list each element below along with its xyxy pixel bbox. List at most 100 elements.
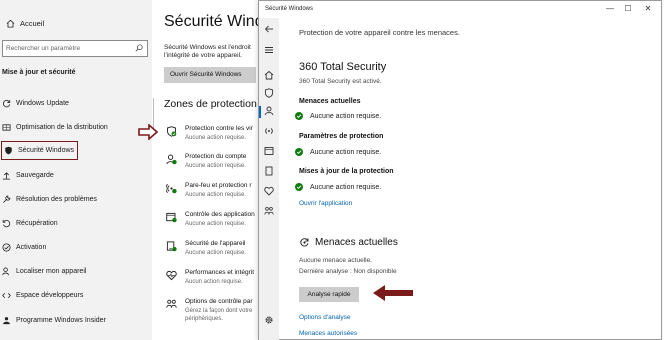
zone-title: Protection du compte [185, 153, 247, 160]
protection-zones-title: Zones de protection [164, 98, 257, 110]
close-button[interactable]: ✕ [641, 3, 655, 15]
sidebar-item-activation[interactable]: Activation [2, 241, 46, 253]
sidebar-item-developers[interactable]: Espace développeurs [2, 289, 83, 301]
allowed-threats-link[interactable]: Menaces autorisées [299, 330, 357, 337]
sidebar-item-label: Optimisation de la distribution [16, 123, 108, 131]
sidebar-item-windows-security[interactable]: Sécurité Windows [1, 141, 79, 160]
shield-icon[interactable] [264, 88, 274, 98]
security-nav-rail [259, 18, 279, 340]
sidebar-home-label: Accueil [20, 19, 45, 28]
section-status-text: Aucune action requise. [310, 183, 382, 191]
quick-scan-button[interactable]: Analyse rapide [299, 287, 359, 302]
section-title: Mises à jour de la protection [299, 168, 394, 175]
shield-icon [5, 146, 12, 155]
section-status: Aucune action requise. [295, 112, 381, 120]
zone-status: Aucune action requise. [185, 192, 247, 198]
firewall-icon[interactable] [264, 126, 274, 136]
sidebar-item-recovery[interactable]: Récupération [2, 217, 58, 229]
page-description: Sécurité Windows est l'endroit l'intégri… [164, 44, 251, 59]
heart-icon[interactable] [264, 186, 274, 196]
sidebar-item-troubleshoot[interactable]: Résolution des problèmes [2, 193, 97, 205]
refresh-shield-icon [300, 238, 309, 247]
provider-status: 360 Total Security est activé. [299, 78, 382, 85]
section-status: Aucune action requise. [295, 148, 381, 156]
search-input[interactable]: Rechercher un paramètre [2, 40, 148, 57]
device-icon [166, 241, 177, 252]
zone-title: Protection contre les vir [185, 125, 253, 132]
zone-title: Performances et intégrit [185, 269, 255, 276]
zone-family-options[interactable]: Options de contrôle par Gérez la façon d… [166, 298, 266, 328]
sidebar-item-backup[interactable]: Sauvegarde [2, 169, 54, 181]
sidebar-item-windows-update[interactable]: Windows Update [2, 97, 69, 109]
last-scan-text: Dernière analyse : Non disponible [299, 268, 397, 275]
section-title: Paramètres de protection [299, 133, 384, 140]
zone-status: Aucun action requise. [185, 279, 243, 285]
shield-virus-icon [167, 126, 177, 137]
sidebar-item-label: Espace développeurs [16, 291, 84, 299]
sidebar-section-title: Mise à jour et sécurité [2, 69, 76, 76]
menu-icon[interactable] [264, 45, 274, 55]
section-status-text: Aucune action requise. [310, 112, 382, 120]
zone-status: Gérez la façon dont votre périphériques. [185, 308, 253, 322]
gear-icon[interactable] [264, 315, 274, 325]
settings-sidebar: Accueil Rechercher un paramètre Mise à j… [0, 0, 152, 340]
zone-status: Aucune action requise. [185, 163, 247, 169]
open-windows-security-button[interactable]: Ouvrir Sécurité Windows [164, 67, 256, 83]
minimize-button[interactable]: — [603, 3, 617, 15]
zone-device-security[interactable]: Sécurité de l'appareil Aucune action req… [166, 240, 266, 260]
maximize-button[interactable]: ☐ [621, 3, 635, 15]
firewall-icon [166, 184, 177, 194]
sidebar-item-label: Sauvegarde [16, 171, 54, 179]
back-arrow-icon[interactable] [264, 24, 274, 34]
search-placeholder: Rechercher un paramètre [6, 45, 81, 52]
sidebar-item-label: Activation [16, 243, 47, 251]
window-titlebar[interactable]: Sécurité Windows — ☐ ✕ [259, 1, 661, 18]
sidebar-item-windows-insider[interactable]: Programme Windows Insider [2, 314, 106, 326]
zone-title: Pare-feu et protection r [185, 182, 252, 189]
sidebar-home[interactable]: Accueil [6, 19, 44, 28]
home-icon[interactable] [264, 70, 274, 80]
device-icon[interactable] [264, 166, 274, 176]
nav-active-indicator [259, 106, 261, 118]
sidebar-item-label: Sécurité Windows [18, 147, 75, 154]
backup-icon [2, 171, 11, 180]
zone-virus-protection[interactable]: Protection contre les vir Aucune action … [166, 125, 266, 145]
app-browser-icon [166, 212, 177, 223]
zone-title: Options de contrôle par [185, 298, 253, 305]
search-icon [135, 44, 143, 52]
family-icon [166, 299, 177, 308]
zone-firewall[interactable]: Pare-feu et protection r Aucune action r… [166, 182, 266, 202]
app-browser-icon[interactable] [264, 146, 274, 156]
sidebar-item-find-my-device[interactable]: Localiser mon appareil [2, 265, 86, 277]
zone-account-protection[interactable]: Protection du compte Aucune action requi… [166, 153, 266, 173]
provider-name: 360 Total Security [299, 61, 387, 73]
family-icon[interactable] [264, 206, 274, 216]
heart-icon [166, 270, 177, 281]
sidebar-item-label: Récupération [16, 219, 58, 227]
open-app-link[interactable]: Ouvrir l'application [299, 200, 352, 207]
zone-status: Aucune action requise. [185, 221, 247, 227]
delivery-icon [2, 123, 11, 131]
zone-title: Sécurité de l'appareil [185, 240, 246, 247]
windows-security-window: Sécurité Windows — ☐ ✕ Protection de vot… [258, 0, 662, 340]
window-title: Sécurité Windows [265, 6, 314, 12]
sidebar-item-label: Windows Update [16, 99, 69, 107]
check-circle-icon [295, 112, 303, 120]
zone-title: Contrôle des application [185, 211, 255, 218]
zone-device-performance[interactable]: Performances et intégrit Aucun action re… [166, 269, 266, 289]
check-circle-icon [2, 242, 11, 252]
account-icon[interactable] [264, 106, 274, 116]
zone-status: Aucune action requise. [185, 250, 247, 256]
section-status: Aucune action requise. [295, 183, 381, 191]
person-location-icon [2, 266, 9, 275]
zone-app-control[interactable]: Contrôle des application Aucune action r… [166, 211, 266, 231]
sidebar-item-delivery-optimization[interactable]: Optimisation de la distribution [2, 121, 108, 133]
current-threats-heading: Menaces actuelles [299, 237, 398, 248]
wrench-icon [3, 195, 11, 203]
check-circle-icon [295, 183, 303, 191]
check-circle-icon [295, 148, 303, 156]
recovery-icon [2, 219, 11, 227]
account-icon [166, 154, 177, 165]
sidebar-item-label: Localiser mon appareil [16, 267, 87, 275]
scan-options-link[interactable]: Options d'analyse [299, 314, 350, 321]
